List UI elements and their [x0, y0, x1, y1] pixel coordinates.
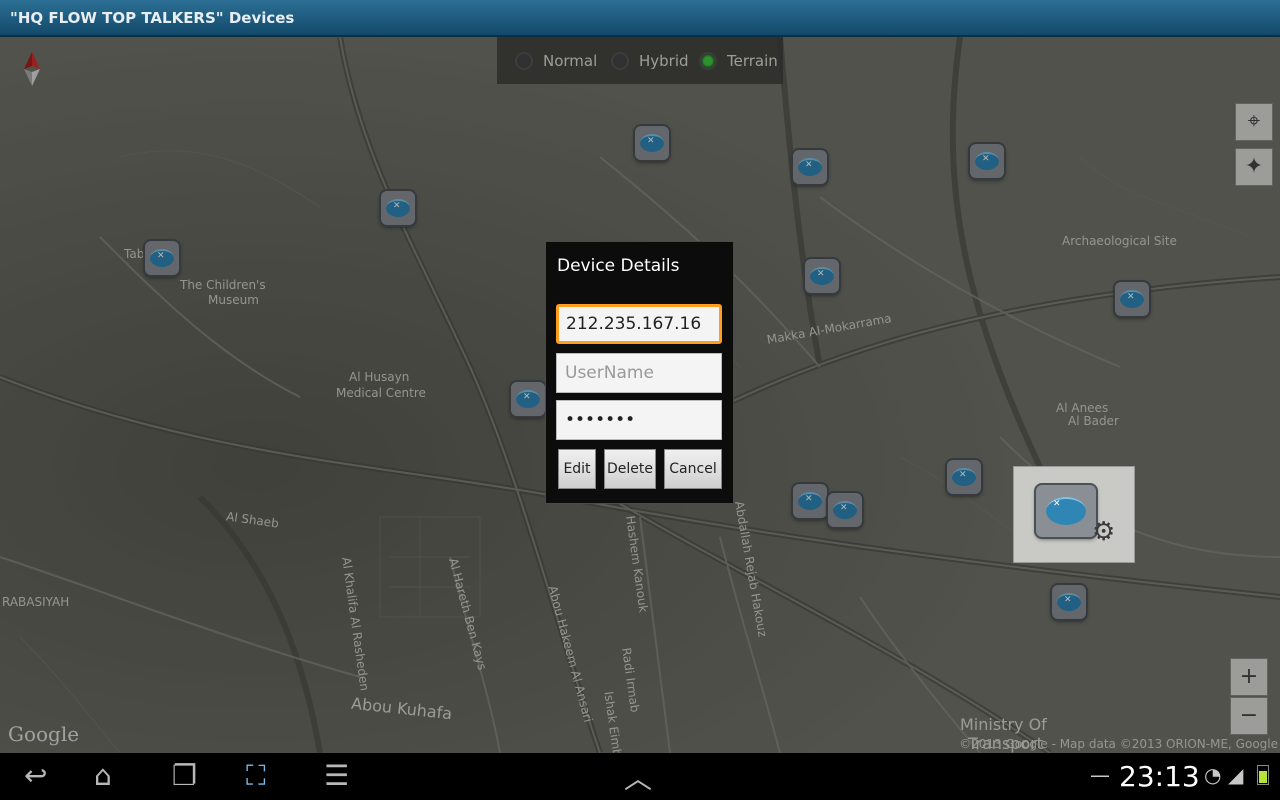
gear-icon: ⚙: [1092, 517, 1116, 547]
system-nav-bar: ↩ ⌂ ❐ ⛶ ☰ ︿ — 23:13 ◔ ◢: [0, 753, 1280, 800]
recent-apps-icon[interactable]: ❐: [172, 762, 197, 790]
signal-icon: ◢: [1228, 763, 1244, 787]
menu-icon[interactable]: ☰: [324, 762, 349, 790]
dialog-title: Device Details: [557, 256, 680, 276]
wifi-icon: ◔: [1204, 763, 1222, 787]
screenshot-icon[interactable]: ⛶: [246, 762, 266, 790]
password-field[interactable]: •••••••: [556, 400, 722, 440]
home-icon[interactable]: ⌂: [94, 762, 112, 790]
app-title: "HQ FLOW TOP TALKERS" Devices: [10, 9, 295, 27]
notification-dash-icon: —: [1090, 763, 1110, 787]
router-marker-large: [1036, 485, 1096, 537]
status-clock: 23:13: [1119, 760, 1200, 793]
cancel-button[interactable]: Cancel: [664, 449, 722, 489]
ip-address-field[interactable]: 212.235.167.16: [556, 304, 722, 344]
chevron-up-icon[interactable]: ︿: [624, 765, 652, 793]
device-details-dialog: Device Details 212.235.167.16 UserName •…: [545, 241, 734, 504]
app-title-bar: "HQ FLOW TOP TALKERS" Devices: [0, 0, 1280, 37]
battery-icon: [1257, 765, 1269, 785]
device-info-bubble[interactable]: ⚙: [1013, 466, 1135, 563]
back-icon[interactable]: ↩: [24, 762, 47, 790]
edit-button[interactable]: Edit: [558, 449, 596, 489]
delete-button[interactable]: Delete: [604, 449, 656, 489]
username-field[interactable]: UserName: [556, 353, 722, 393]
